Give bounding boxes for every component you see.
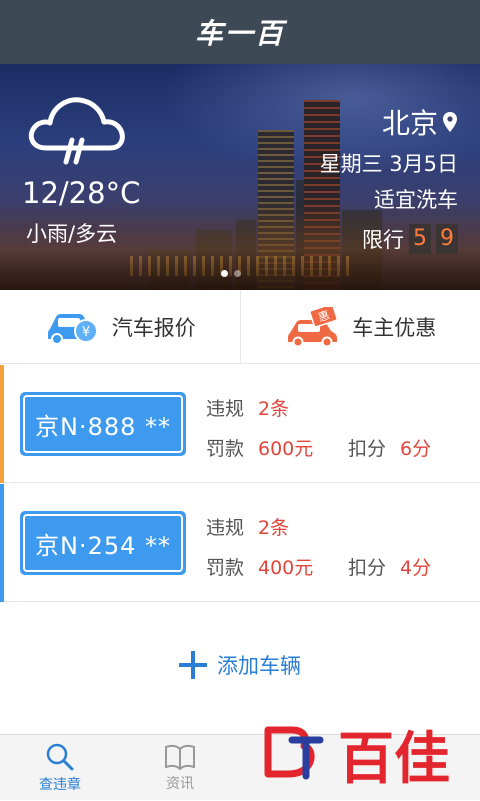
fine-amount: 600元 [258,434,313,461]
card-accent [0,484,4,602]
points-value: 6分 [400,434,431,461]
search-icon [45,742,75,772]
carousel-dot[interactable] [221,270,228,277]
points-label: 扣分 [348,553,386,580]
license-plate: 京N·888 ** [20,392,186,456]
svg-text:¥: ¥ [82,325,90,340]
city-name: 北京 [382,102,438,142]
license-plate: 京N·254 ** [20,511,186,575]
plus-icon [179,651,207,679]
carousel-indicator [221,270,241,277]
plate-number: 京N·254 ** [23,514,183,572]
plate-number: 京N·888 ** [23,395,183,453]
traffic-limit: 限行 5 9 [362,224,458,254]
owner-discount-button[interactable]: 惠 车主优惠 [240,290,480,363]
app-title: 车一百 [195,12,285,52]
car-wash-advice: 适宜洗车 [374,184,458,214]
limit-number: 5 [409,224,431,254]
car-price-button[interactable]: ¥ 汽车报价 [0,290,240,363]
violation-label: 违规 [206,513,244,540]
baijia-watermark-logo: 百佳 [262,720,472,796]
car-discount-icon: 惠 [284,307,342,347]
violation-count: 2条 [258,394,289,421]
title-bar: 车一百 [0,0,480,64]
carousel-dot[interactable] [234,270,241,277]
add-vehicle-label: 添加车辆 [217,650,301,680]
date-label: 星期三 3月5日 [320,148,458,178]
quick-actions: ¥ 汽车报价 惠 车主优惠 [0,290,480,364]
vehicle-card[interactable]: 京N·888 ** 违规 2条 罚款 600元 扣分 6分 [0,365,480,483]
location-pin-icon [442,111,458,133]
tab-label: 查违章 [39,774,81,794]
card-accent [0,365,4,483]
add-vehicle-button[interactable]: 添加车辆 [0,630,480,700]
car-price-icon: ¥ [44,307,102,347]
owner-discount-label: 车主优惠 [352,312,436,342]
fine-label: 罚款 [206,434,244,461]
violation-count: 2条 [258,513,289,540]
points-value: 4分 [400,553,431,580]
city-selector[interactable]: 北京 [382,102,458,142]
limit-label: 限行 [362,224,404,254]
temperature: 12/28°C [22,176,140,210]
tab-check-violations[interactable]: 查违章 [0,735,120,801]
fine-amount: 400元 [258,553,313,580]
weather-condition: 小雨/多云 [26,218,117,248]
violation-label: 违规 [206,394,244,421]
fine-label: 罚款 [206,553,244,580]
vehicle-card[interactable]: 京N·254 ** 违规 2条 罚款 400元 扣分 4分 [0,484,480,602]
rain-cloud-icon [24,90,128,170]
book-icon [164,743,196,771]
tab-label: 资讯 [166,773,194,793]
points-label: 扣分 [348,434,386,461]
limit-number: 9 [436,224,458,254]
car-price-label: 汽车报价 [112,312,196,342]
tab-news[interactable]: 资讯 [120,735,240,801]
svg-text:百佳: 百佳 [338,727,450,792]
